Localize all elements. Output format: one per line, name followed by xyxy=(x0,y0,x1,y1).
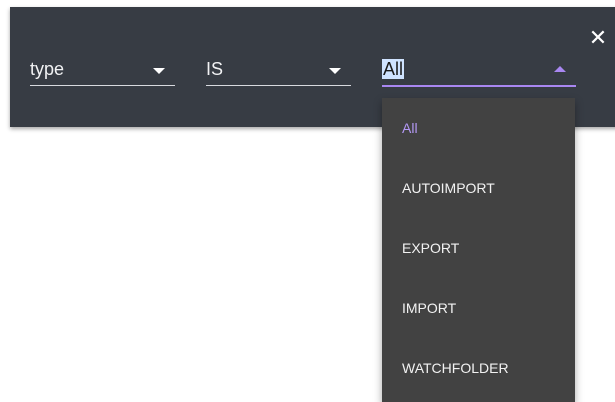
value-select-value: All xyxy=(382,59,405,80)
stage: type IS All ✕ All AUTOIMPORT EXPORT IMPO… xyxy=(0,0,615,402)
field-select[interactable]: type xyxy=(30,55,175,86)
caret-up-icon xyxy=(554,66,566,72)
caret-down-icon xyxy=(153,68,165,74)
dropdown-option-watchfolder[interactable]: WATCHFOLDER xyxy=(382,338,575,398)
dropdown-option-import[interactable]: IMPORT xyxy=(382,278,575,338)
field-select-value: type xyxy=(30,59,65,79)
caret-down-icon xyxy=(329,68,341,74)
value-select[interactable]: All xyxy=(382,55,576,87)
operator-select-value: IS xyxy=(206,59,224,79)
close-icon[interactable]: ✕ xyxy=(588,28,608,50)
dropdown-option-export[interactable]: EXPORT xyxy=(382,218,575,278)
value-select-text: All xyxy=(382,59,405,79)
dropdown-option-autoimport[interactable]: AUTOIMPORT xyxy=(382,158,575,218)
dropdown-option-all[interactable]: All xyxy=(382,98,575,158)
operator-select[interactable]: IS xyxy=(206,55,351,86)
value-dropdown-menu: All AUTOIMPORT EXPORT IMPORT WATCHFOLDER xyxy=(382,98,575,402)
